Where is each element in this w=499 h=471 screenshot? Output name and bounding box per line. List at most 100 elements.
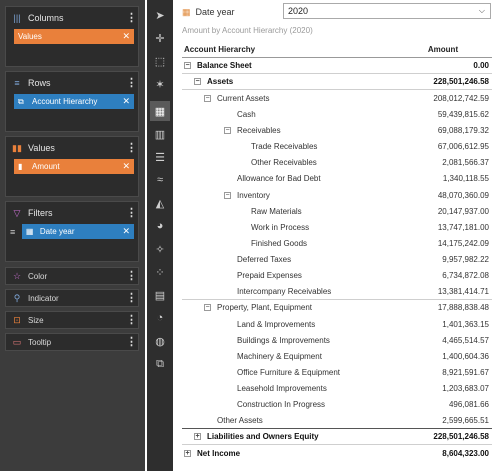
treemap-icon[interactable]: ▤ [150,285,170,305]
table-row[interactable]: Prepaid Expenses 6,734,872.08 [182,268,492,284]
table-row[interactable]: Raw Materials 20,147,937.00 [182,203,492,219]
collapse-icon[interactable]: − [224,127,231,135]
values-pill[interactable]: Values ✕ [14,29,134,44]
remove-account-hierarchy-pill-button[interactable]: ✕ [122,96,130,107]
remove-date-year-pill-button[interactable]: ✕ [122,226,130,237]
table-icon[interactable]: ▦ [150,101,170,121]
color-card[interactable]: ☆ Color ⋮ [5,267,139,285]
table-row[interactable]: Buildings & Improvements 4,465,514.57 [182,332,492,348]
amount-cell: 1,401,363.15 [442,319,489,329]
row-label: Trade Receivables [251,142,318,152]
values-menu-button[interactable]: ⋮ [126,143,137,154]
collapse-icon[interactable]: − [204,304,211,312]
tooltip-card[interactable]: ▭ Tooltip ⋮ [5,333,139,351]
filters-menu-button[interactable]: ⋮ [126,208,137,219]
rows-menu-button[interactable]: ⋮ [126,78,137,89]
table-row[interactable]: Deferred Taxes 9,957,982.22 [182,252,492,268]
table-row[interactable]: − Current Assets 208,012,742.59 [182,90,492,106]
size-card[interactable]: ⊡ Size ⋮ [5,311,139,329]
collapse-icon[interactable]: − [184,62,191,70]
tooltip-menu-button[interactable]: ⋮ [126,337,137,348]
columns-menu-button[interactable]: ⋮ [126,13,137,24]
move-icon[interactable]: ✛ [150,28,170,48]
filters-header: ▽ Filters ⋮ [6,202,138,224]
row-label-cell: Allowance for Bad Debt [182,174,394,183]
account-hierarchy-pill[interactable]: ⧉ Account Hierarchy ✕ [14,94,134,109]
table-row[interactable]: Other Receivables 2,081,566.37 [182,155,492,171]
columns-drop-area[interactable] [6,44,138,58]
collapse-icon[interactable]: − [194,78,201,86]
calendar-icon: ▦ [182,6,191,17]
column-chart-icon[interactable]: ▥ [150,124,170,144]
collapse-icon[interactable]: − [224,191,231,199]
year-dropdown[interactable]: 2020 ⌵ [283,3,491,19]
amount-cell: 9,957,982.22 [442,255,489,265]
table-row[interactable]: Construction In Progress 496,081.66 [182,397,492,413]
collapse-icon[interactable]: − [204,94,211,102]
amount-cell: 67,006,612.95 [437,142,489,152]
row-label: Construction In Progress [237,400,326,410]
amount-header[interactable]: Amount [394,45,492,54]
size-icon: ⊡ [13,314,21,325]
color-menu-button[interactable]: ⋮ [126,271,137,282]
row-label: Other Assets [217,415,263,425]
table-row[interactable]: − Receivables 69,088,179.32 [182,123,492,139]
indicator-menu-button[interactable]: ⋮ [126,293,137,304]
filter-icon: ▽ [13,207,21,218]
table-row[interactable]: Leasehold Improvements 1,203,683.07 [182,381,492,397]
expand-icon[interactable]: + [194,432,201,440]
image-icon[interactable]: ⧉ [150,354,170,374]
map-icon[interactable]: ◍ [150,331,170,351]
select-region-icon[interactable]: ⬚ [150,51,170,71]
row-label: Liabilities and Owners Equity [207,431,319,441]
table-row[interactable]: − Property, Plant, Equipment 17,888,838.48 [182,300,492,316]
amount-pill[interactable]: ▮ Amount ✕ [14,159,134,174]
table-row[interactable]: + Liabilities and Owners Equity 228,501,24… [182,429,492,445]
table-row[interactable]: Cash 59,439,815.62 [182,106,492,122]
scatter-chart-icon[interactable]: ⁘ [150,262,170,282]
table-row[interactable]: Office Furniture & Equipment 8,921,591.67 [182,364,492,380]
row-label: Current Assets [217,93,270,103]
columns-header: ||| Columns ⋮ [6,7,138,29]
row-label: Intercompany Receivables [237,286,332,296]
table-row[interactable]: Work in Process 13,747,181.00 [182,219,492,235]
remove-amount-pill-button[interactable]: ✕ [122,161,130,172]
indicator-card[interactable]: ⚲ Indicator ⋮ [5,289,139,307]
table-row[interactable]: Finished Goods 14,175,242.09 [182,235,492,251]
table-row[interactable]: Trade Receivables 67,006,612.95 [182,139,492,155]
report-subtitle: Amount by Account Hierarchy (2020) [182,26,313,35]
row-label-cell: − Assets [182,77,394,86]
pie-chart-icon[interactable]: ◕ [150,216,170,236]
table-row[interactable]: − Assets 228,501,246.58 [182,74,492,91]
amount-cell: 14,175,242.09 [437,238,489,248]
bar-chart-icon[interactable]: ☰ [150,147,170,167]
rows-title: Rows [28,78,51,88]
area-chart-icon[interactable]: ◭ [150,193,170,213]
account-hierarchy-header[interactable]: Account Hierarchy [182,45,394,54]
report-area: ▦ Date year 2020 ⌵ Amount by Account Hie… [174,0,499,471]
pointer-icon[interactable]: ➤ [150,5,170,25]
remove-values-pill-button[interactable]: ✕ [122,31,130,42]
table-row[interactable]: Land & Improvements 1,401,363.15 [182,316,492,332]
line-chart-icon[interactable]: ≈ [150,170,170,190]
magic-icon[interactable]: ✶ [150,74,170,94]
row-label-cell: Machinery & Equipment [182,352,394,361]
values-drop-area[interactable] [6,174,138,188]
table-row[interactable]: Machinery & Equipment 1,400,604.36 [182,348,492,364]
table-row[interactable]: − Balance Sheet 0.00 [182,58,492,75]
date-year-pill[interactable]: ▦ Date year ✕ [21,224,134,239]
table-row[interactable]: Intercompany Receivables 13,381,414.71 [182,284,492,300]
radar-chart-icon[interactable]: ✧ [150,239,170,259]
table-body: − Balance Sheet 0.00− Assets 228,501,246.58−… [182,58,492,461]
row-label-cell: − Current Assets [182,94,394,103]
gauge-icon[interactable]: ◔ [150,308,170,328]
table-row[interactable]: Allowance for Bad Debt 1,340,118.55 [182,171,492,187]
visual-toolbar: ➤ ✛ ⬚ ✶ ▦ ▥ ☰ ≈ ◭ ◕ ✧ ⁘ ▤ ◔ ◍ ⧉ [147,0,173,471]
rows-drop-area[interactable] [6,109,138,123]
table-row[interactable]: − Inventory 48,070,360.09 [182,187,492,203]
size-menu-button[interactable]: ⋮ [126,315,137,326]
table-row[interactable]: + Net Income 8,604,323.00 [182,445,492,461]
table-row[interactable]: Other Assets 2,599,665.51 [182,413,492,429]
filters-drop-area[interactable] [6,239,138,253]
expand-icon[interactable]: + [184,449,191,457]
